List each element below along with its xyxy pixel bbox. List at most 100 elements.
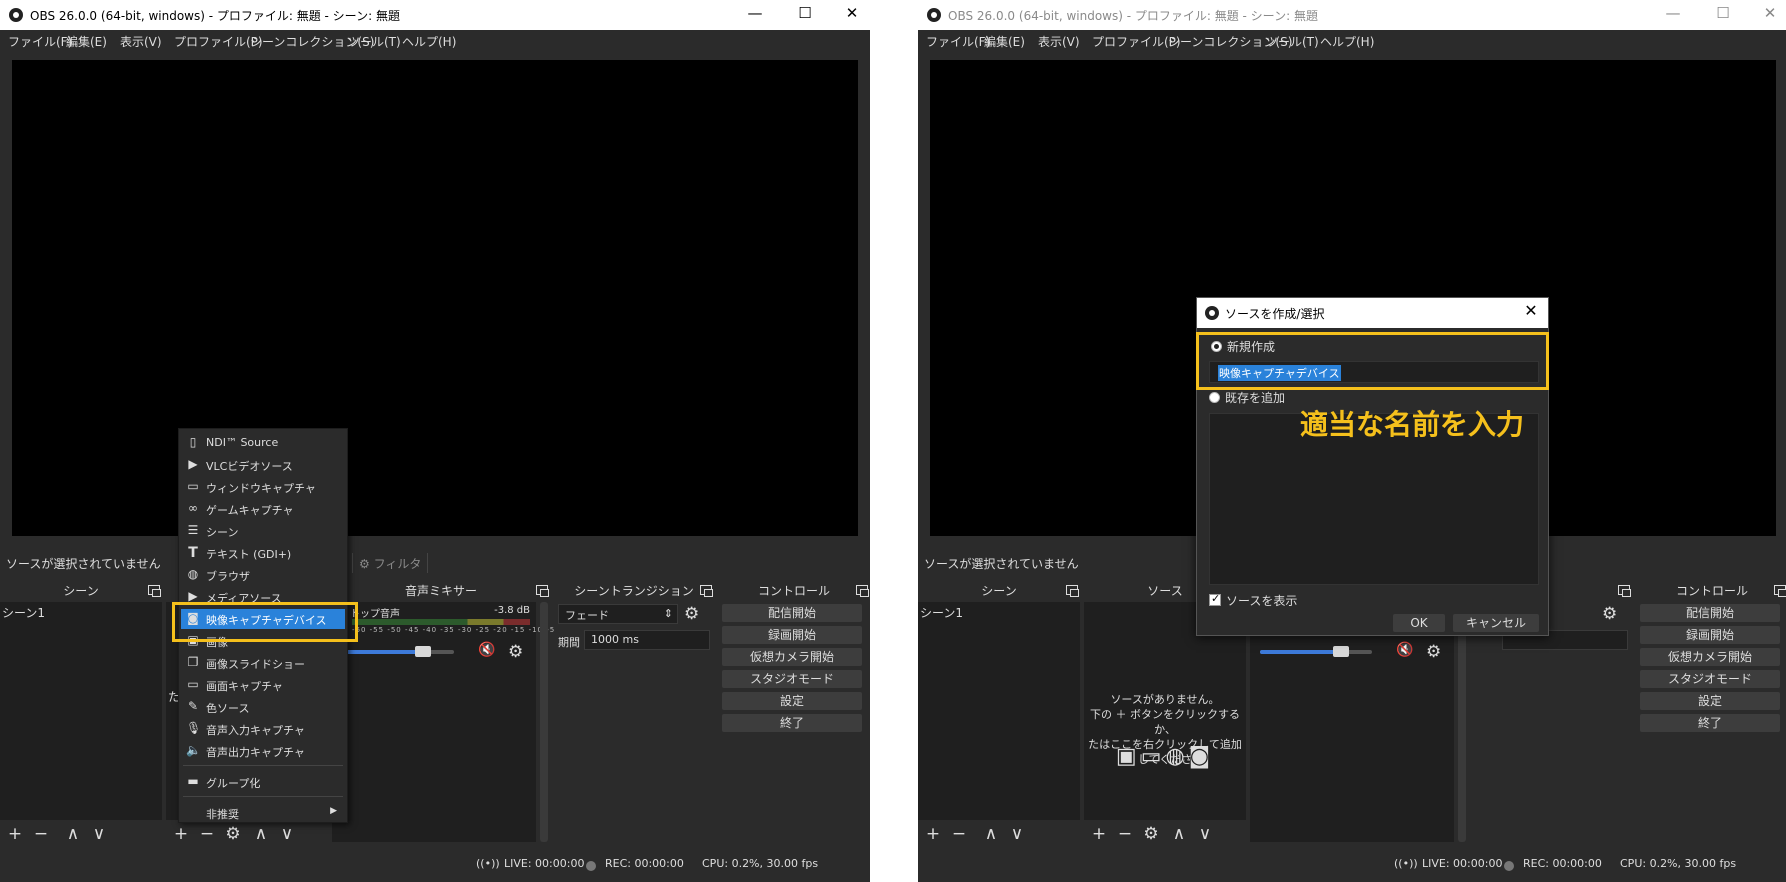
undock-icon[interactable] [700, 585, 713, 597]
volume-slider[interactable] [342, 646, 454, 657]
menu-item-audio-output[interactable]: 🔈 音声出力キャプチャ [179, 741, 347, 761]
close-button[interactable]: ✕ [837, 4, 867, 22]
menu-item-text[interactable]: T テキスト (GDI+) [179, 543, 347, 563]
list-icon: ☰ [187, 523, 199, 537]
menu-item-browser[interactable]: ◍ ブラウザ [179, 565, 347, 585]
undock-icon[interactable] [1774, 585, 1786, 597]
menu-item-scene[interactable]: ☰ シーン [179, 521, 347, 541]
menu-item-image-slideshow[interactable]: ❐ 画像スライドショー [179, 653, 347, 673]
move-up-icon[interactable]: ∧ [250, 824, 272, 844]
volume-knob[interactable] [414, 646, 431, 657]
start-recording-button[interactable]: 録画開始 [1640, 626, 1780, 644]
menu-view[interactable]: 表示(V) [1038, 33, 1080, 50]
start-streaming-button[interactable]: 配信開始 [1640, 604, 1780, 622]
undock-icon[interactable] [148, 585, 161, 597]
move-up-icon[interactable]: ∧ [980, 824, 1002, 844]
folder-icon: ▬ [187, 774, 199, 788]
mute-icon[interactable]: 🔇 [1396, 642, 1413, 658]
add-icon[interactable]: + [1088, 824, 1110, 844]
move-down-icon[interactable]: ∨ [1194, 824, 1216, 844]
virtual-camera-button[interactable]: 仮想カメラ開始 [1640, 648, 1780, 666]
move-up-icon[interactable]: ∧ [1168, 824, 1190, 844]
close-icon[interactable]: ✕ [1520, 301, 1542, 320]
add-icon[interactable]: + [922, 824, 944, 844]
scenes-footer: + − ∧ ∨ [0, 822, 162, 848]
gear-icon[interactable]: ⚙ [1602, 604, 1617, 624]
move-down-icon[interactable]: ∨ [1006, 824, 1028, 844]
minimize-button[interactable]: — [740, 4, 770, 22]
ok-button[interactable]: OK [1393, 614, 1445, 632]
menu-tools[interactable]: ツール(T) [1266, 33, 1319, 50]
mixer-scrollbar[interactable] [1458, 602, 1466, 842]
exit-button[interactable]: 終了 [1640, 714, 1780, 732]
menu-tools[interactable]: ツール(T) [348, 33, 401, 50]
gear-icon[interactable]: ⚙ [684, 604, 699, 624]
studio-mode-button[interactable]: スタジオモード [1640, 670, 1780, 688]
maximize-button[interactable]: ☐ [1708, 4, 1738, 22]
window-title: OBS 26.0.0 (64-bit, windows) - プロファイル: 無… [30, 9, 400, 23]
menu-edit[interactable]: 編集(E) [984, 33, 1025, 50]
minimize-button[interactable]: — [1658, 4, 1688, 22]
move-down-icon[interactable]: ∨ [276, 824, 298, 844]
mixer-scrollbar[interactable] [540, 602, 548, 842]
transition-select[interactable]: フェード ⇕ [558, 604, 678, 624]
menu-item-ndi[interactable]: ▯ NDI™ Source [179, 433, 347, 453]
hint-line: 下の ＋ ボタンをクリックするか、 [1090, 708, 1240, 736]
menu-item-audio-input[interactable]: 🎙 音声入力キャプチャ [179, 719, 347, 739]
exit-button[interactable]: 終了 [722, 714, 862, 732]
start-recording-button[interactable]: 録画開始 [722, 626, 862, 644]
menu-item-window-capture[interactable]: ▭ ウィンドウキャプチャ [179, 477, 347, 497]
maximize-button[interactable]: ☐ [790, 4, 820, 22]
menu-item-label: ゲームキャプチャ [206, 504, 294, 517]
menu-help[interactable]: ヘルプ(H) [402, 33, 456, 50]
start-streaming-button[interactable]: 配信開始 [722, 604, 862, 622]
add-icon[interactable]: + [170, 824, 192, 844]
menu-item-game-capture[interactable]: ∞ ゲームキャプチャ [179, 499, 347, 519]
remove-icon[interactable]: − [948, 824, 970, 844]
volume-knob[interactable] [1332, 646, 1349, 657]
add-icon[interactable]: + [4, 824, 26, 844]
scene-item[interactable]: シーン1 [2, 604, 45, 621]
undock-icon[interactable] [536, 585, 549, 597]
scenes-list[interactable]: シーン1 [918, 602, 1080, 820]
gear-icon[interactable]: ⚙ [1426, 642, 1441, 662]
undock-icon[interactable] [1066, 585, 1079, 597]
menu-file[interactable]: ファイル(F) [8, 33, 72, 50]
gear-icon[interactable]: ⚙ [508, 642, 523, 662]
settings-button[interactable]: 設定 [1640, 692, 1780, 710]
gear-icon[interactable]: ⚙ [222, 824, 244, 844]
menu-item-vlc[interactable]: ▶ VLCビデオソース [179, 455, 347, 475]
preview-canvas[interactable] [12, 60, 858, 536]
remove-icon[interactable]: − [196, 824, 218, 844]
settings-button[interactable]: 設定 [722, 692, 862, 710]
menu-item-deprecated[interactable]: 非推奨 ▶ [179, 803, 347, 823]
duration-input[interactable]: 1000 ms [584, 630, 710, 650]
cancel-button[interactable]: キャンセル [1453, 614, 1539, 632]
gear-icon[interactable]: ⚙ [1140, 824, 1162, 844]
close-button[interactable]: ✕ [1755, 4, 1785, 22]
scene-item[interactable]: シーン1 [920, 604, 963, 621]
scenes-list[interactable]: シーン1 [0, 602, 162, 820]
menu-item-color-source[interactable]: ✎ 色ソース [179, 697, 347, 717]
menu-view[interactable]: 表示(V) [120, 33, 162, 50]
show-source-checkbox[interactable] [1209, 592, 1221, 606]
mute-icon[interactable]: 🔇 [478, 642, 495, 658]
filters-button[interactable]: ⚙ フィルタ [352, 553, 429, 573]
remove-icon[interactable]: − [1114, 824, 1136, 844]
undock-icon[interactable] [856, 585, 869, 597]
virtual-camera-button[interactable]: 仮想カメラ開始 [722, 648, 862, 666]
move-up-icon[interactable]: ∧ [62, 824, 84, 844]
move-down-icon[interactable]: ∨ [88, 824, 110, 844]
studio-mode-button[interactable]: スタジオモード [722, 670, 862, 688]
menu-help[interactable]: ヘルプ(H) [1320, 33, 1374, 50]
menu-file[interactable]: ファイル(F) [926, 33, 990, 50]
remove-icon[interactable]: − [30, 824, 52, 844]
highlight-box [172, 602, 358, 642]
title-bar: OBS 26.0.0 (64-bit, windows) - プロファイル: 無… [0, 0, 870, 30]
volume-slider[interactable] [1260, 646, 1372, 657]
menu-edit[interactable]: 編集(E) [66, 33, 107, 50]
undock-icon[interactable] [1618, 585, 1631, 597]
menu-item-display-capture[interactable]: ▭ 画面キャプチャ [179, 675, 347, 695]
menu-item-group[interactable]: ▬ グループ化 [179, 772, 347, 792]
add-existing-radio[interactable] [1209, 392, 1220, 403]
